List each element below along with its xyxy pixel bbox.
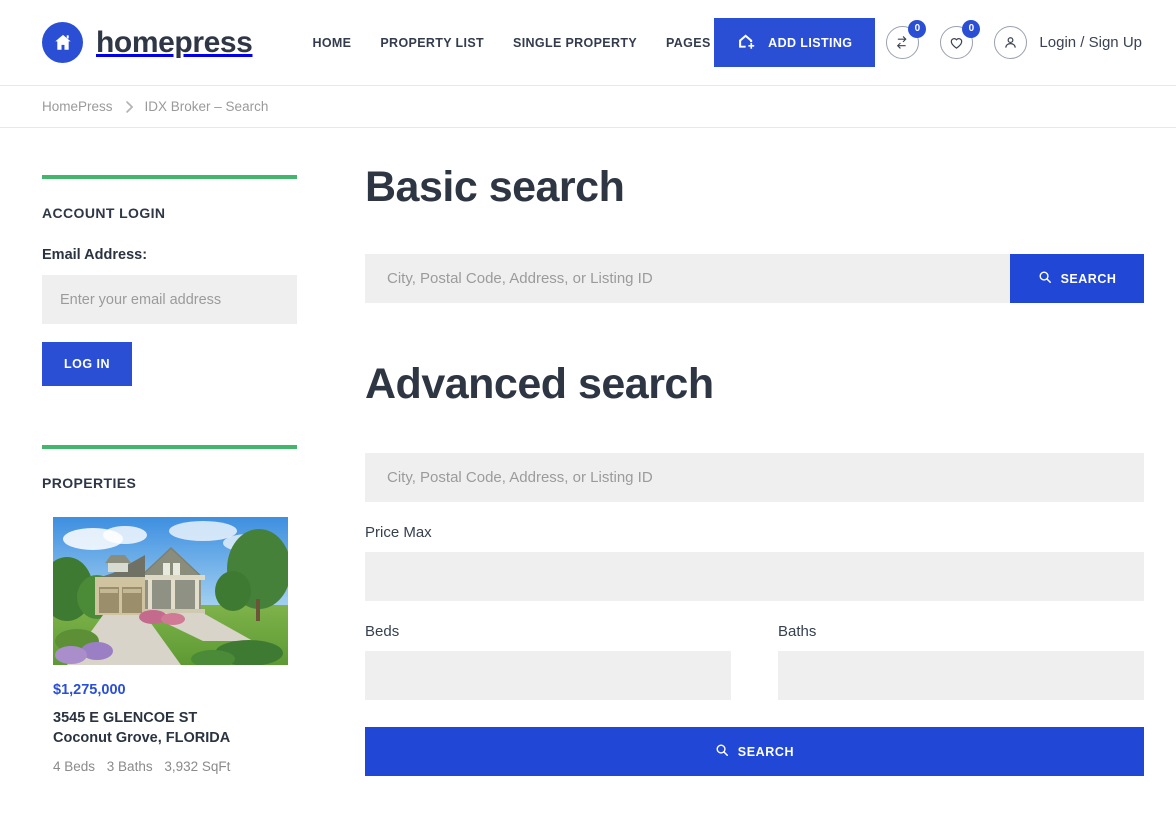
property-thumbnail[interactable] <box>53 517 288 665</box>
advanced-search-button[interactable]: SEARCH <box>365 727 1144 776</box>
favorites-count-badge: 0 <box>962 20 981 38</box>
breadcrumb: HomePress IDX Broker – Search <box>0 85 1176 128</box>
log-in-button[interactable]: LOG IN <box>42 342 133 386</box>
list-item[interactable]: $1,275,000 3545 E GLENCOE ST Coconut Gro… <box>42 517 288 774</box>
search-icon <box>1038 270 1052 287</box>
beds-label: Beds <box>365 623 400 640</box>
user-icon[interactable] <box>994 26 1028 59</box>
login-signup-label[interactable]: Login / Sign Up <box>1039 34 1142 51</box>
widget-divider <box>42 445 297 449</box>
nav-link-pages[interactable]: PAGES <box>666 36 711 50</box>
advanced-search-section: Advanced search Price Max Beds Baths <box>365 363 1144 776</box>
property-address-line2: Coconut Grove, FLORIDA <box>53 730 231 746</box>
page-body: ACCOUNT LOGIN Email Address: LOG IN PROP… <box>0 128 1176 776</box>
compare-arrows-icon[interactable]: 0 <box>886 20 927 59</box>
basic-search-button-label: SEARCH <box>1060 271 1117 286</box>
basic-search-form: SEARCH <box>365 254 1144 303</box>
nav-item-property-list[interactable]: PROPERTY LIST <box>380 34 484 52</box>
price-max-label: Price Max <box>365 524 432 541</box>
add-listing-button[interactable]: ADD LISTING <box>714 18 876 67</box>
baths-select[interactable] <box>778 651 1144 700</box>
add-listing-label: ADD LISTING <box>768 35 853 50</box>
email-field-label: Email Address: <box>42 247 148 263</box>
advanced-search-input[interactable] <box>365 453 1144 502</box>
house-icon <box>42 22 83 63</box>
nav-item-home[interactable]: HOME <box>312 34 351 52</box>
price-max-select[interactable] <box>365 552 1144 601</box>
baths-group: Baths <box>778 601 1144 700</box>
breadcrumb-current: IDX Broker – Search <box>144 99 269 114</box>
site-logo[interactable]: homepress <box>42 22 253 63</box>
compare-count-badge: 0 <box>908 20 927 38</box>
header-actions: ADD LISTING 0 0 Login / Sign Up <box>714 0 1176 85</box>
property-price: $1,275,000 <box>53 682 126 698</box>
beds-group: Beds <box>365 601 731 700</box>
compare-button[interactable]: 0 <box>886 20 927 59</box>
widget-divider <box>42 175 297 179</box>
advanced-search-button-label: SEARCH <box>737 744 795 759</box>
property-baths: 3 Baths <box>106 759 153 774</box>
basic-search-input[interactable] <box>365 254 1010 303</box>
nav-link-property-list[interactable]: PROPERTY LIST <box>380 36 484 50</box>
nav-item-single-property[interactable]: SINGLE PROPERTY <box>513 34 637 52</box>
properties-title: PROPERTIES <box>42 475 137 491</box>
search-icon <box>715 743 729 760</box>
property-sqft: 3,932 SqFt <box>164 759 231 774</box>
nav-link-single-property[interactable]: SINGLE PROPERTY <box>513 36 637 50</box>
nav-link-home[interactable]: HOME <box>312 36 351 50</box>
house-plus-icon <box>736 31 757 55</box>
account-login-title: ACCOUNT LOGIN <box>42 205 166 221</box>
basic-search-button[interactable]: SEARCH <box>1010 254 1144 303</box>
property-address-line1: 3545 E GLENCOE ST <box>53 710 198 726</box>
widget-account-login: ACCOUNT LOGIN Email Address: LOG IN <box>42 175 297 386</box>
sidebar: ACCOUNT LOGIN Email Address: LOG IN PROP… <box>42 128 297 776</box>
property-address[interactable]: 3545 E GLENCOE ST Coconut Grove, FLORIDA <box>53 708 277 748</box>
heart-icon[interactable]: 0 <box>940 20 981 59</box>
baths-label: Baths <box>778 623 817 640</box>
favorites-button[interactable]: 0 <box>940 20 981 59</box>
site-header: homepress HOME PROPERTY LIST SINGLE PROP… <box>0 0 1176 85</box>
breadcrumb-home[interactable]: HomePress <box>42 99 113 114</box>
beds-baths-row: Beds Baths <box>365 601 1144 700</box>
property-beds: 4 Beds <box>53 759 96 774</box>
logo-text: homepress <box>96 25 253 59</box>
chevron-right-icon <box>125 100 134 113</box>
email-field[interactable] <box>42 275 297 324</box>
property-meta: 4 Beds 3 Baths 3,932 SqFt <box>53 759 277 774</box>
main-navigation: HOME PROPERTY LIST SINGLE PROPERTY PAGES <box>312 34 710 52</box>
advanced-search-title: Advanced search <box>365 360 714 408</box>
beds-select[interactable] <box>365 651 731 700</box>
basic-search-title: Basic search <box>365 163 625 211</box>
main-content: Basic search SEARCH Advanced search Pri <box>297 128 1176 776</box>
nav-item-pages[interactable]: PAGES <box>666 34 711 52</box>
widget-properties: PROPERTIES $1,275,000 3545 E GLENCOE ST … <box>42 445 297 774</box>
basic-search-section: Basic search SEARCH <box>365 166 1144 303</box>
account-button[interactable]: Login / Sign Up <box>994 26 1142 59</box>
